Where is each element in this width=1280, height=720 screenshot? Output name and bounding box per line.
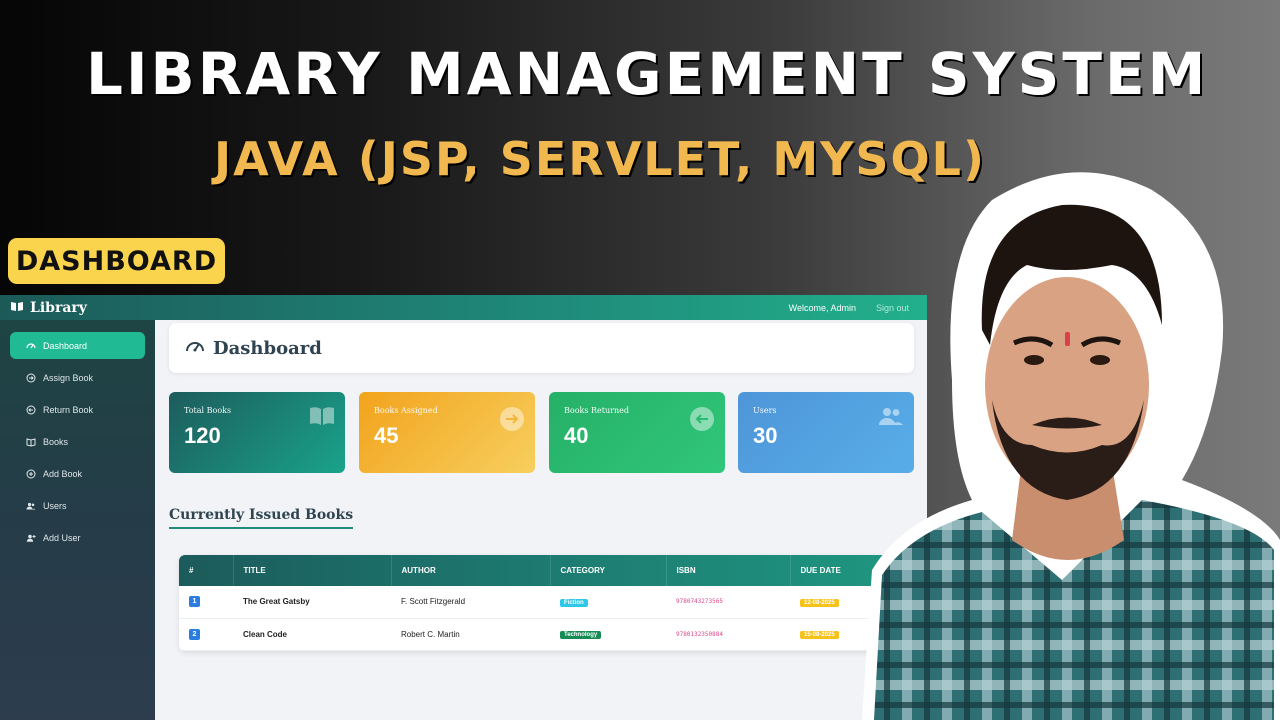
page-title: Dashboard bbox=[213, 337, 322, 359]
brand[interactable]: Library bbox=[10, 300, 87, 316]
sidebar-item-add-user[interactable]: Add User bbox=[10, 524, 145, 551]
table-header-row: # TITLE AUTHOR CATEGORY ISBN DUE DATE bbox=[179, 555, 899, 586]
arrow-right-circle-icon bbox=[499, 406, 525, 437]
sidebar-item-label: Dashboard bbox=[43, 340, 88, 351]
page-header: Dashboard bbox=[169, 323, 914, 373]
gauge-icon bbox=[185, 338, 205, 359]
plus-circle-icon bbox=[26, 469, 36, 479]
book-author: Robert C. Martin bbox=[401, 629, 460, 639]
section-tag: DASHBOARD bbox=[8, 238, 225, 284]
book-icon bbox=[10, 300, 24, 316]
due-date-badge: 15-08-2025 bbox=[800, 631, 839, 639]
arrow-left-circle-icon bbox=[689, 406, 715, 437]
thumbnail-headline: LIBRARY MANAGEMENT SYSTEM bbox=[86, 40, 1209, 108]
book-title: The Great Gatsby bbox=[243, 597, 310, 607]
column-header[interactable]: ISBN bbox=[666, 555, 791, 586]
user-plus-icon bbox=[26, 533, 36, 543]
issued-books-table: # TITLE AUTHOR CATEGORY ISBN DUE DATE 1 … bbox=[179, 555, 899, 651]
section-title: Currently Issued Books bbox=[169, 507, 354, 529]
column-header[interactable]: # bbox=[179, 555, 234, 586]
row-number-badge: 1 bbox=[189, 596, 200, 608]
category-badge: Technology bbox=[560, 631, 602, 639]
stat-card-books-assigned: Books Assigned 45 bbox=[359, 392, 535, 473]
sidebar-item-label: Add Book bbox=[43, 468, 83, 479]
book-isbn: 9780743273565 bbox=[676, 598, 723, 606]
book-isbn: 9780132350884 bbox=[676, 630, 723, 638]
sidebar-item-add-book[interactable]: Add Book bbox=[10, 460, 145, 487]
top-navbar: Library Welcome, Admin Sign out bbox=[0, 295, 927, 320]
row-number-badge: 2 bbox=[189, 628, 200, 640]
sidebar-item-users[interactable]: Users bbox=[10, 492, 145, 519]
book-title: Clean Code bbox=[243, 629, 288, 639]
sidebar-item-assign-book[interactable]: Assign Book bbox=[10, 364, 145, 391]
arrow-left-circle-icon bbox=[26, 405, 36, 415]
sidebar: Dashboard Assign Book Return Book Books … bbox=[0, 320, 155, 720]
arrow-right-circle-icon bbox=[26, 373, 36, 383]
sidebar-item-label: Assign Book bbox=[43, 372, 94, 383]
sidebar-item-books[interactable]: Books bbox=[10, 428, 145, 455]
column-header[interactable]: TITLE bbox=[233, 555, 392, 586]
book-author: F. Scott Fitzgerald bbox=[401, 597, 466, 607]
gauge-icon bbox=[26, 341, 36, 351]
sidebar-item-label: Users bbox=[43, 500, 67, 511]
book-icon bbox=[309, 406, 335, 431]
due-date-badge: 12-08-2025 bbox=[800, 598, 839, 607]
column-header[interactable]: AUTHOR bbox=[391, 555, 551, 586]
welcome-text: Welcome, Admin bbox=[788, 302, 856, 313]
sidebar-item-dashboard[interactable]: Dashboard bbox=[10, 332, 145, 359]
table-row[interactable]: 2 Clean Code Robert C. Martin Technology… bbox=[179, 618, 899, 650]
sidebar-item-label: Add User bbox=[43, 532, 81, 543]
stat-card-books-returned: Books Returned 40 bbox=[549, 392, 725, 473]
stat-card-total-books: Total Books 120 bbox=[169, 392, 345, 473]
column-header[interactable]: CATEGORY bbox=[550, 555, 667, 586]
app-window: Library Welcome, Admin Sign out Dashboar… bbox=[0, 295, 927, 720]
users-icon bbox=[26, 501, 36, 511]
sidebar-item-label: Books bbox=[43, 436, 69, 447]
table-row[interactable]: 1 The Great Gatsby F. Scott Fitzgerald F… bbox=[179, 586, 899, 618]
open-book-icon bbox=[26, 437, 36, 447]
sidebar-item-return-book[interactable]: Return Book bbox=[10, 396, 145, 423]
brand-name: Library bbox=[30, 299, 87, 316]
sidebar-item-label: Return Book bbox=[43, 404, 94, 415]
presenter-photo bbox=[862, 172, 1280, 720]
category-badge: Fiction bbox=[560, 598, 588, 607]
main-content: Dashboard Total Books 120 Books Assigned… bbox=[155, 320, 927, 720]
